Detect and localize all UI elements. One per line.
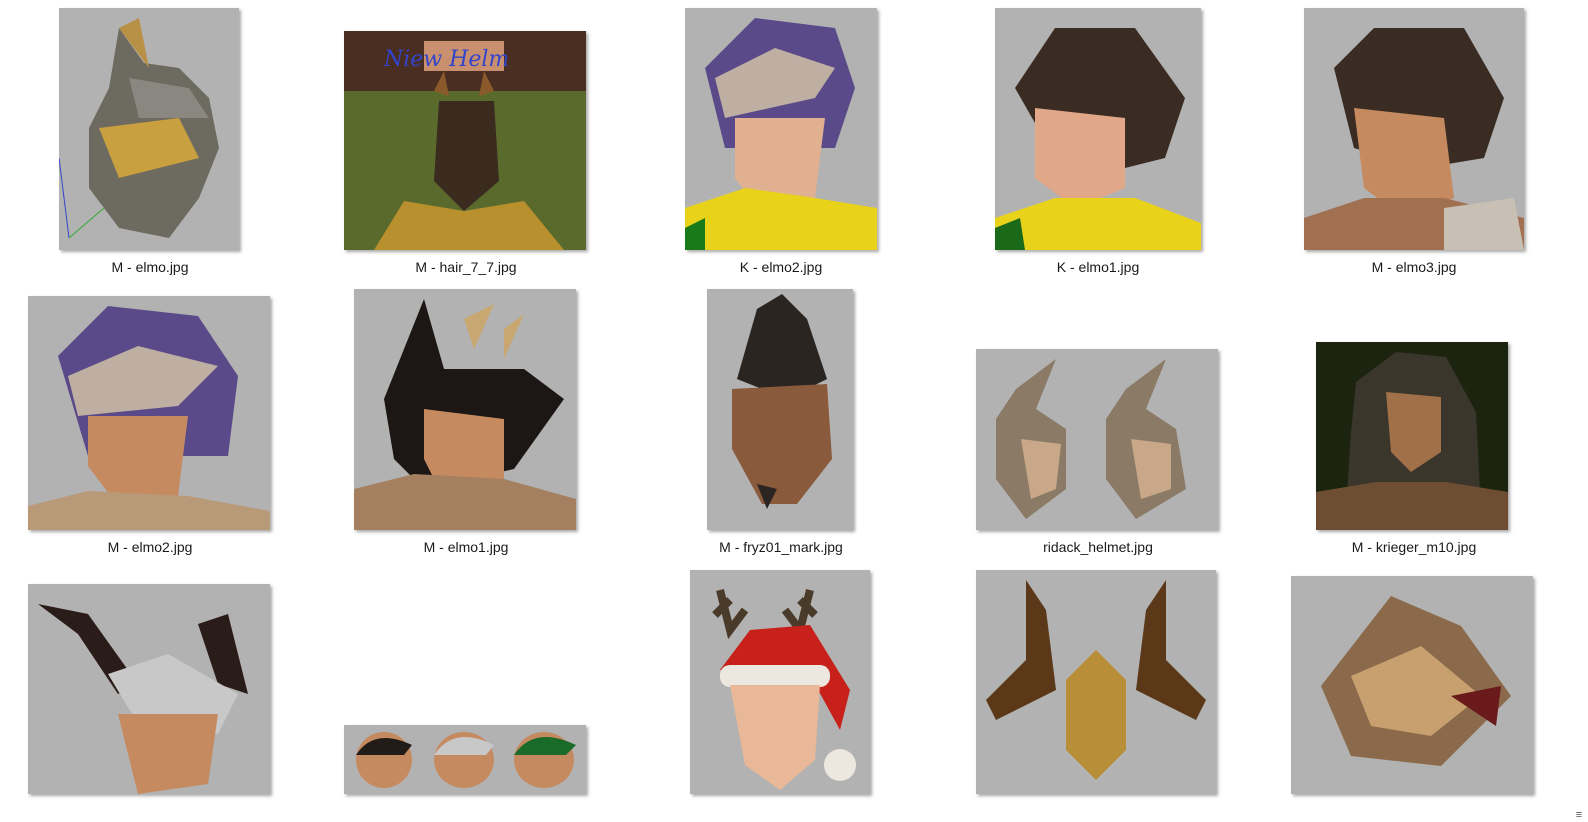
purple-helmet-male-icon <box>28 296 270 530</box>
file-name-label: M - elmo1.jpg <box>423 539 509 555</box>
file-name-label: K - elmo2.jpg <box>739 259 823 275</box>
dark-helmet-female-icon <box>995 8 1201 250</box>
file-name-label: M - krieger_m10.jpg <box>1351 539 1477 555</box>
file-name-label: M - fryz01_mark.jpg <box>719 539 843 555</box>
svg-text:Niew Helm: Niew Helm <box>383 47 509 72</box>
mohawk-head-icon <box>707 289 853 530</box>
file-name-label: M - elmo.jpg <box>111 259 189 275</box>
long-hair-warrior-icon <box>1316 342 1508 530</box>
three-hair-colors-heads-icon <box>344 725 586 794</box>
file-name-label: K - elmo1.jpg <box>1056 259 1140 275</box>
horned-warrior-in-armor-icon: Niew Helm <box>344 31 586 250</box>
golden-knight-helmet-icon <box>59 8 239 250</box>
file-name-label: M - hair_7_7.jpg <box>415 259 517 275</box>
resize-grip-icon[interactable]: ≡ <box>1572 810 1586 821</box>
purple-helmet-female-icon <box>685 8 877 250</box>
file-name-label: M - elmo2.jpg <box>107 539 193 555</box>
file-name-label: M - elmo3.jpg <box>1371 259 1457 275</box>
silver-hair-horns-head-icon <box>28 584 270 794</box>
file-name-label: ridack_helmet.jpg <box>1043 539 1153 555</box>
black-horned-helmet-male-icon <box>354 289 576 530</box>
horned-golden-helmet-icon <box>976 570 1216 794</box>
patterned-dragon-helmet-icon <box>1291 576 1533 794</box>
santa-hat-antlers-head-icon <box>690 570 870 794</box>
dark-helmet-male-icon <box>1304 8 1524 250</box>
thumbnail-gallery: M - elmo.jpg Niew Helm M - hair_7_7.jpg <box>0 0 1588 822</box>
twin-winged-helmets-icon <box>976 349 1218 530</box>
